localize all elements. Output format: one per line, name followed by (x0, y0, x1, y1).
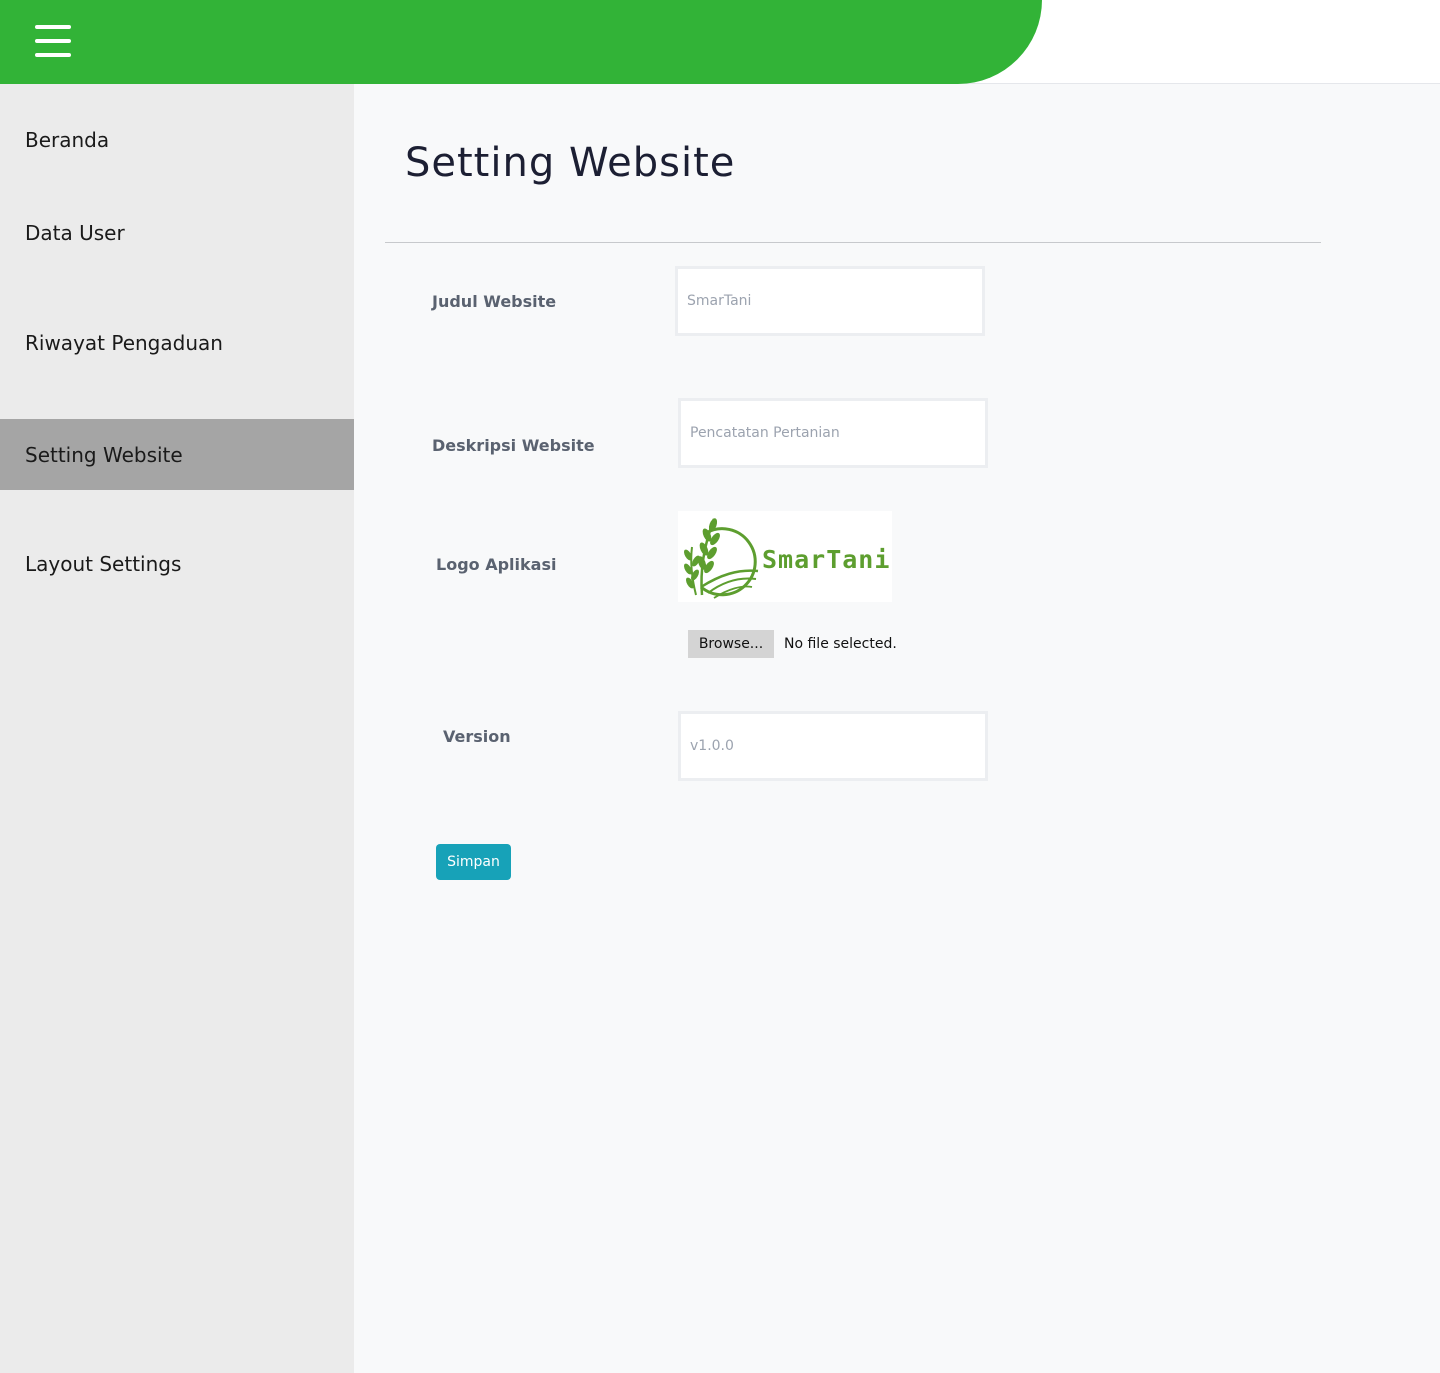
sidebar-item-riwayat-pengaduan[interactable]: Riwayat Pengaduan (0, 307, 354, 378)
sidebar-item-beranda[interactable]: Beranda (0, 104, 354, 175)
rice-plant-logo-icon (684, 518, 759, 599)
version-label: Version (443, 727, 511, 746)
logo-aplikasi-label: Logo Aplikasi (436, 555, 557, 574)
sidebar-item-setting-website[interactable]: Setting Website (0, 419, 354, 490)
deskripsi-website-input[interactable] (678, 398, 988, 468)
title-divider (385, 242, 1321, 243)
page-title: Setting Website (405, 140, 736, 186)
judul-website-label: Judul Website (432, 292, 557, 311)
deskripsi-website-label: Deskripsi Website (432, 436, 595, 455)
logo-wordmark: SmarTani (762, 545, 891, 574)
sidebar: Beranda Data User Riwayat Pengaduan Sett… (0, 84, 354, 1373)
hamburger-menu-icon[interactable] (30, 22, 76, 60)
sidebar-item-data-user[interactable]: Data User (0, 197, 354, 268)
topbar (0, 0, 1042, 84)
save-button[interactable]: Simpan (436, 844, 511, 880)
browse-button[interactable]: Browse... (688, 630, 774, 658)
file-status-text: No file selected. (784, 636, 897, 652)
version-input[interactable] (678, 711, 988, 781)
judul-website-input[interactable] (675, 266, 985, 336)
sidebar-item-layout-settings[interactable]: Layout Settings (0, 528, 354, 599)
